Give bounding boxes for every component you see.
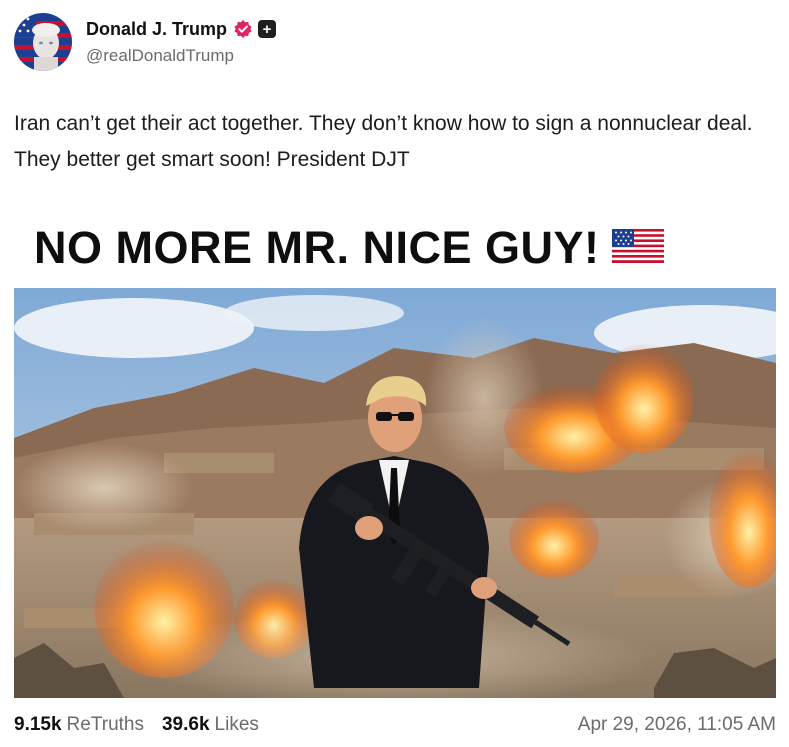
user-handle[interactable]: @realDonaldTrump <box>86 46 276 66</box>
retruths-label: ReTruths <box>66 714 144 735</box>
media-headline: NO MORE MR. NICE GUY! <box>34 222 664 274</box>
likes-stat[interactable]: 39.6k Likes <box>162 714 259 736</box>
post-timestamp[interactable]: Apr 29, 2026, 11:05 AM <box>578 714 776 736</box>
us-flag-icon <box>611 228 664 268</box>
post-text: Iran can’t get their act together. They … <box>14 112 753 171</box>
media-scene-image[interactable] <box>14 288 776 698</box>
display-name[interactable]: Donald J. Trump <box>86 19 227 40</box>
retruths-count: 9.15k <box>14 714 62 735</box>
retruths-stat[interactable]: 9.15k ReTruths <box>14 714 144 736</box>
post-footer: 9.15k ReTruths 39.6k Likes Apr 29, 2026,… <box>14 714 776 736</box>
post-header: Donald J. Trump + @realDonaldTrump <box>14 10 277 74</box>
media-headline-text: NO MORE MR. NICE GUY! <box>34 222 600 273</box>
name-row: Donald J. Trump + <box>86 19 277 40</box>
avatar[interactable] <box>14 13 72 71</box>
user-names: Donald J. Trump + @realDonaldTrump <box>86 19 277 66</box>
plus-badge-icon: + <box>258 20 277 38</box>
likes-count: 39.6k <box>161 714 210 735</box>
post-stats: 9.15k ReTruths 39.6k Likes <box>14 714 277 736</box>
verified-badge-icon <box>233 19 253 39</box>
post-media[interactable]: NO MORE MR. NICE GUY! <box>14 206 776 698</box>
likes-label: Likes <box>214 714 259 735</box>
